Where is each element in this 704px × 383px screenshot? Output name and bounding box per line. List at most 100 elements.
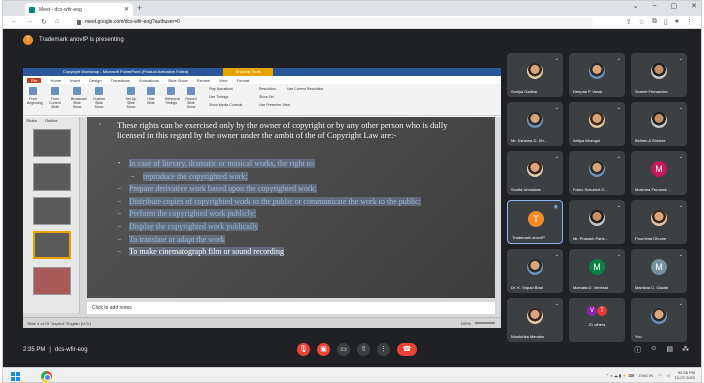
participant-tile[interactable]: ⌄ Soniya Gadkar: [507, 53, 563, 97]
more-icon[interactable]: ⌄: [679, 252, 683, 258]
activities-icon[interactable]: ⁂: [682, 345, 689, 355]
maximize-icon[interactable]: ▢: [671, 2, 678, 10]
rehearse-button[interactable]: Rehearse Timings: [165, 87, 180, 105]
more-icon[interactable]: ⌄: [617, 252, 621, 258]
from-current-button[interactable]: From Current Slide: [49, 87, 61, 109]
resolution-select[interactable]: Use Current Resolution: [287, 87, 323, 91]
windows-start-icon[interactable]: [11, 372, 20, 381]
ppt-tab-animations[interactable]: Animations: [139, 78, 159, 83]
captions-icon[interactable]: ▭: [337, 343, 350, 356]
sidebar-icon[interactable]: ▯: [664, 18, 668, 26]
profile-avatar-icon[interactable]: ●: [675, 18, 679, 26]
slide-bullet-list[interactable]: • In case of literary, dramatic or musica…: [115, 158, 455, 259]
close-window-icon[interactable]: ✕: [691, 2, 697, 10]
ppt-tab-review[interactable]: Review: [197, 78, 210, 83]
new-tab-icon[interactable]: +: [137, 3, 142, 13]
notes-pane[interactable]: Click to add notes: [87, 302, 495, 314]
participant-tile[interactable]: ⌄ M Mamata D. Verlekar: [569, 249, 625, 293]
others-tile[interactable]: V T 21 others: [569, 298, 625, 342]
more-icon[interactable]: ⌄: [555, 252, 559, 258]
language-indicator[interactable]: ENG IN: [639, 373, 653, 378]
ppt-tab-home[interactable]: Home: [50, 78, 61, 83]
share-icon[interactable]: ⇪: [626, 18, 632, 26]
end-call-icon[interactable]: ☎: [397, 343, 417, 356]
clock[interactable]: 02:35 PM 13-07-2023: [675, 370, 695, 380]
ppt-tab-file[interactable]: File: [27, 77, 42, 83]
show-media-check[interactable]: Show Media Controls: [209, 103, 242, 107]
use-timings-check[interactable]: Use Timings: [209, 95, 228, 99]
participant-tile[interactable]: ⌄ Pournima Dhume: [631, 200, 687, 244]
from-beginning-button[interactable]: From Beginning: [27, 87, 43, 105]
setup-show-button[interactable]: Set Up Slide Show: [125, 87, 137, 109]
ppt-tab-design[interactable]: Design: [89, 78, 101, 83]
participant-tile[interactable]: ⌄ Scarlet Fernandes: [631, 53, 687, 97]
chevron-down-icon[interactable]: ⌄: [633, 2, 639, 10]
participant-tile[interactable]: ⌄ Deepak P. Varak: [569, 53, 625, 97]
participant-tile[interactable]: ⌄ Mr. Prakash Parie...: [569, 200, 625, 244]
more-icon[interactable]: ⌄: [679, 203, 683, 209]
participant-tile[interactable]: ⌄ Franz Schubert C...: [569, 151, 625, 195]
more-icon[interactable]: ⌄: [679, 56, 683, 62]
more-icon[interactable]: ⌄: [617, 154, 621, 160]
info-icon[interactable]: ⓘ: [634, 345, 641, 355]
participant-tile[interactable]: ⌄ Mr. Kshama D. Dh...: [507, 102, 563, 146]
participant-tile[interactable]: ⌄ Bidhan A Shinkre: [631, 102, 687, 146]
slide-thumbnail[interactable]: [33, 129, 71, 157]
presenter-view-check[interactable]: Use Presenter View: [259, 103, 290, 107]
back-icon[interactable]: ←: [11, 18, 18, 26]
close-tab-icon[interactable]: ✕: [124, 6, 129, 13]
menu-dots-icon[interactable]: ⋮: [686, 18, 693, 26]
slide-thumbnail-selected[interactable]: [33, 231, 71, 259]
ppt-tab-view[interactable]: View: [219, 78, 228, 83]
ppt-tab-insert[interactable]: Insert: [70, 78, 80, 83]
ppt-tab-transitions[interactable]: Transitions: [111, 78, 130, 83]
participant-tile[interactable]: ⌄ Dr. K. Sripad Bhat: [507, 249, 563, 293]
more-icon[interactable]: ⌄: [617, 56, 621, 62]
present-icon[interactable]: ⇧: [357, 343, 370, 356]
mic-off-icon[interactable]: 🎙: [297, 343, 310, 356]
people-icon[interactable]: ☺: [650, 345, 657, 355]
home-icon[interactable]: ⌂: [55, 18, 59, 26]
custom-show-button[interactable]: Custom Slide Show: [93, 87, 105, 109]
extensions-icon[interactable]: ⧉: [652, 18, 657, 26]
minimize-icon[interactable]: –: [653, 2, 657, 10]
more-icon[interactable]: ⌄: [555, 105, 559, 111]
forward-icon[interactable]: →: [26, 18, 33, 26]
more-icon[interactable]: ⌄: [555, 301, 559, 307]
more-icon[interactable]: ⌄: [555, 154, 559, 160]
tray-icons[interactable]: ⌃ ◐ ☁ ▮ ⚡ ⌨: [606, 373, 634, 378]
more-icon[interactable]: ⌄: [679, 301, 683, 307]
camera-off-icon[interactable]: ▣: [317, 343, 330, 356]
chrome-icon[interactable]: [41, 371, 52, 382]
more-icon[interactable]: ⌄: [617, 105, 621, 111]
tab-slides[interactable]: Slides: [26, 118, 37, 123]
wifi-icon[interactable]: ◠: [658, 373, 662, 378]
zoom-slider[interactable]: [475, 322, 495, 324]
chat-icon[interactable]: ▤: [666, 345, 673, 355]
participant-tile[interactable]: ⌄ Sunita Umraskar: [507, 151, 563, 195]
participant-tile[interactable]: ⌄ M Moshma Fernand...: [631, 151, 687, 195]
participant-tile-speaking[interactable]: ◉ T Trademark anovIP: [507, 200, 563, 244]
broadcast-button[interactable]: Broadcast Slide Show: [71, 87, 87, 109]
slide-thumbnail[interactable]: [33, 163, 71, 191]
tab-outline[interactable]: Outline: [45, 118, 58, 123]
hide-slide-button[interactable]: Hide Slide: [145, 87, 157, 105]
volume-icon[interactable]: ◁: [666, 373, 669, 378]
participant-tile[interactable]: ⌄ Aditya Bhangui: [569, 102, 625, 146]
url-field[interactable]: meet.google.com/dcs-wfir-eog?authuser=0: [73, 18, 593, 27]
participant-tile[interactable]: ⌄ M Manisha C. Gaude: [631, 249, 687, 293]
more-icon[interactable]: ⌄: [679, 154, 683, 160]
slide-thumbnail[interactable]: [33, 267, 71, 295]
browser-tab-meet[interactable]: Meet - dcs-wfir-eog ✕: [25, 3, 133, 16]
ppt-tab-format[interactable]: Format: [237, 78, 250, 83]
record-show-button[interactable]: Record Slide Show: [185, 87, 197, 109]
slide-thumbnail[interactable]: [33, 197, 71, 225]
play-narrations-check[interactable]: Play Narrations: [209, 87, 233, 91]
more-icon[interactable]: ⌄: [555, 56, 559, 62]
more-icon[interactable]: ⌄: [679, 105, 683, 111]
self-tile[interactable]: ⌄ You: [631, 298, 687, 342]
bookmark-star-icon[interactable]: ☆: [639, 18, 645, 26]
more-options-icon[interactable]: ⋮: [377, 343, 390, 356]
participant-tile[interactable]: ⌄ Ninotchka Mendes: [507, 298, 563, 342]
more-icon[interactable]: ⌄: [617, 203, 621, 209]
